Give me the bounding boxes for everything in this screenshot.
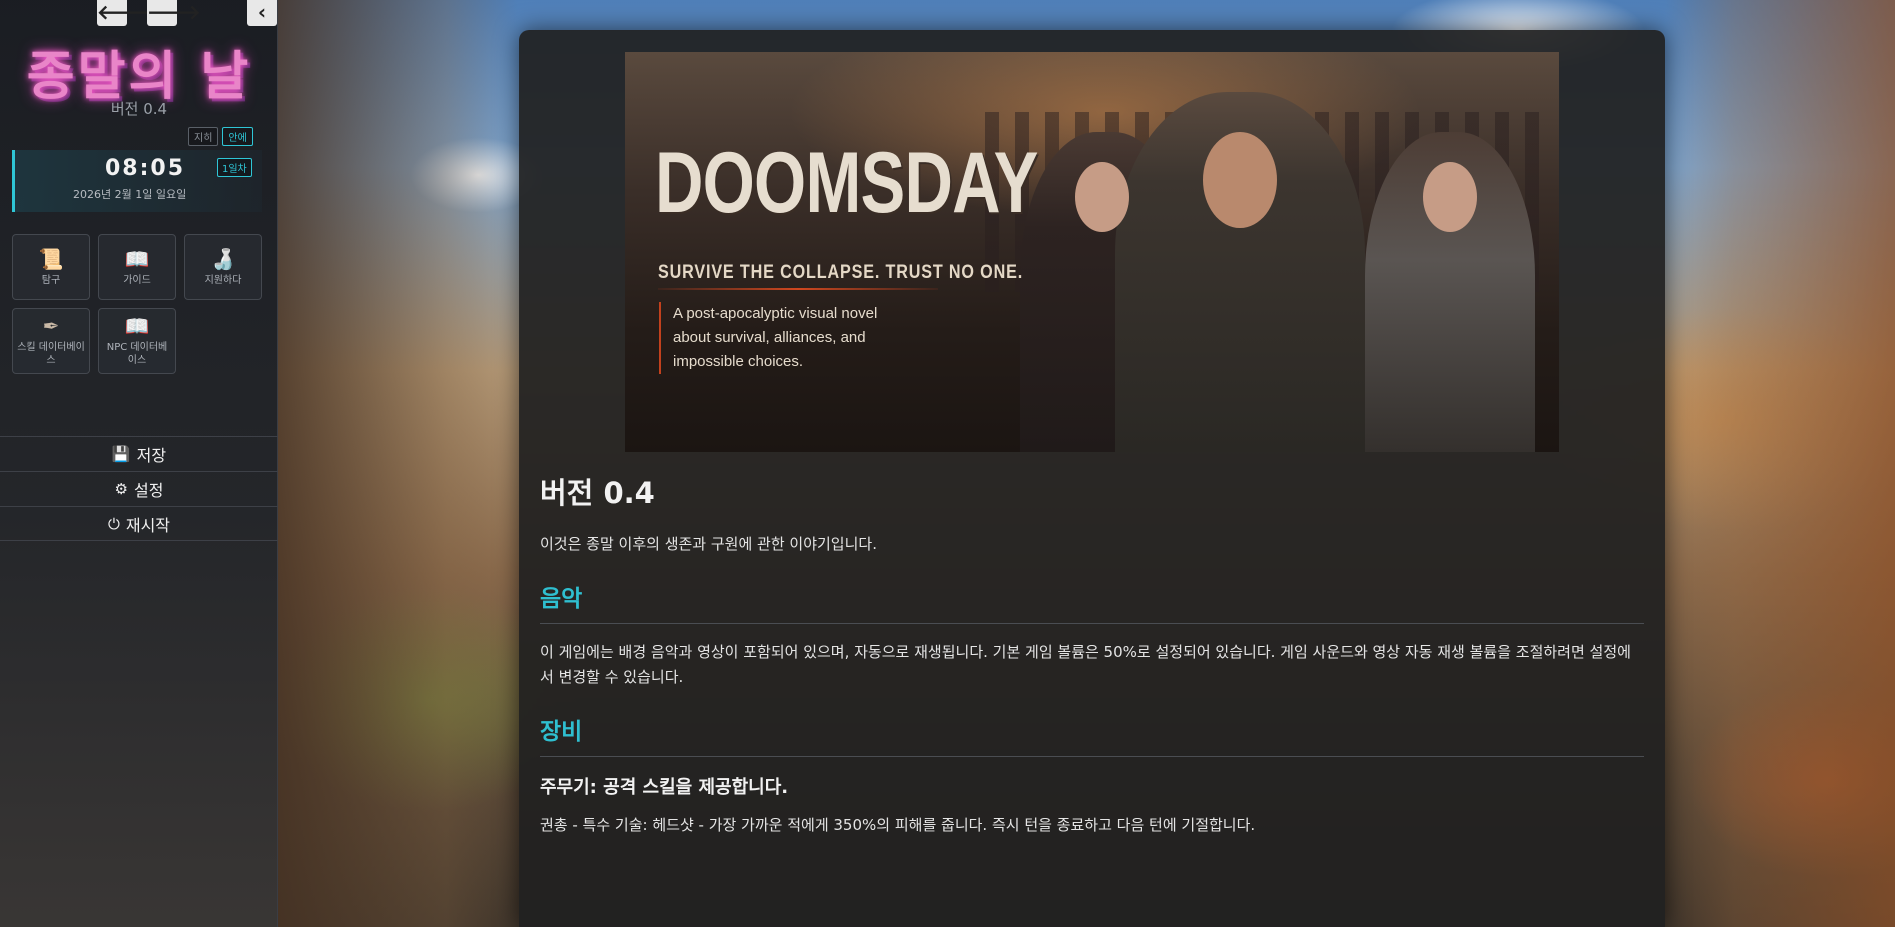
day-badge: 1일차 bbox=[217, 158, 252, 177]
title-banner-image: DOOMSDAY SURVIVE THE COLLAPSE. TRUST NO … bbox=[625, 52, 1559, 452]
menu-grid: 📜 탐구 📖 가이드 🍶 지원하다 ✒ 스킬 데이터베이스 📖 NPC 데이터베… bbox=[12, 234, 262, 374]
banner-divider bbox=[658, 288, 938, 290]
toggle-option-1[interactable]: 지히 bbox=[188, 127, 219, 146]
menu-tile-guide[interactable]: 📖 가이드 bbox=[98, 234, 176, 300]
save-label: 저장 bbox=[136, 446, 167, 465]
clock-panel: 08:05 2026년 2월 1일 일요일 1일차 bbox=[12, 150, 262, 212]
music-text: 이 게임에는 배경 음악과 영상이 포함되어 있으며, 자동으로 재생됩니다. … bbox=[540, 643, 1631, 686]
banner-face-center bbox=[1203, 132, 1277, 228]
save-icon: 💾 bbox=[111, 445, 131, 463]
music-heading: 음악 bbox=[540, 579, 1644, 624]
clock-time: 08:05 bbox=[105, 156, 186, 181]
toggle-option-2[interactable]: 안에 bbox=[222, 127, 253, 146]
menu-tile-label: NPC 데이터베이스 bbox=[106, 342, 168, 366]
power-icon: ⏻ bbox=[107, 514, 120, 533]
restart-label: 재시작 bbox=[125, 515, 171, 535]
bottle-icon: 🍶 bbox=[210, 246, 236, 271]
menu-tile-label: 탐구 bbox=[41, 274, 61, 286]
banner-face-right bbox=[1423, 162, 1477, 232]
book-icon: 📖 bbox=[124, 246, 150, 271]
forward-arrow-icon[interactable]: 🡒 bbox=[147, 0, 201, 26]
toggle-group: 지히 안에 bbox=[188, 127, 253, 146]
content: 버전 0.4 이것은 종말 이후의 생존과 구원에 관한 이야기입니다. 음악 … bbox=[540, 470, 1644, 838]
menu-tile-label: 가이드 bbox=[123, 274, 151, 286]
banner-description: A post-apocalyptic visual novel about su… bbox=[659, 302, 889, 374]
menu-tile-npc-database[interactable]: 📖 NPC 데이터베이스 bbox=[98, 308, 176, 374]
gear-icon: ⚙ bbox=[114, 480, 128, 498]
restart-button[interactable]: ⏻ 재시작 bbox=[0, 506, 278, 541]
save-button[interactable]: 💾 저장 bbox=[0, 436, 278, 471]
menu-tile-label: 지원하다 bbox=[204, 274, 242, 286]
menu-tile-label: 스킬 데이터베이스 bbox=[17, 342, 85, 366]
banner-title: DOOMSDAY bbox=[655, 135, 1038, 231]
menu-tile-skill-database[interactable]: ✒ 스킬 데이터베이스 bbox=[12, 308, 90, 374]
settings-label: 설정 bbox=[134, 481, 164, 500]
page-title: 버전 0.4 bbox=[540, 476, 655, 510]
equipment-heading: 장비 bbox=[540, 712, 1644, 757]
background-ruin-left bbox=[278, 0, 518, 927]
main-panel: DOOMSDAY SURVIVE THE COLLAPSE. TRUST NO … bbox=[519, 30, 1665, 927]
book-icon: 📖 bbox=[124, 314, 150, 338]
equipment-subheading: 주무기: 공격 스킬을 제공합니다. bbox=[540, 777, 789, 798]
banner-tagline: SURVIVE THE COLLAPSE. TRUST NO ONE. bbox=[658, 262, 1024, 283]
collapse-sidebar-icon[interactable]: ‹ bbox=[247, 0, 277, 26]
quill-icon: ✒ bbox=[42, 314, 60, 338]
sidebar: 🡐 🡒 ‹ 종말의 날 버전 0.4 지히 안에 08:05 2026년 2월 … bbox=[0, 0, 278, 927]
game-version: 버전 0.4 bbox=[110, 100, 168, 118]
clock-date: 2026년 2월 1일 일요일 bbox=[73, 188, 187, 201]
equipment-text: 권총 - 특수 기술: 헤드샷 - 가장 가까운 적에게 350%의 피해를 줍… bbox=[540, 816, 1256, 834]
intro-text: 이것은 종말 이후의 생존과 구원에 관한 이야기입니다. bbox=[540, 535, 877, 553]
menu-tile-explore[interactable]: 📜 탐구 bbox=[12, 234, 90, 300]
settings-button[interactable]: ⚙ 설정 bbox=[0, 471, 278, 506]
banner-face-left bbox=[1075, 162, 1129, 232]
scroll-icon: 📜 bbox=[38, 246, 64, 271]
back-arrow-icon[interactable]: 🡐 bbox=[97, 0, 151, 26]
menu-tile-support[interactable]: 🍶 지원하다 bbox=[184, 234, 262, 300]
background-ruin-right bbox=[1665, 0, 1895, 927]
action-list: 💾 저장 ⚙ 설정 ⏻ 재시작 bbox=[0, 436, 278, 541]
